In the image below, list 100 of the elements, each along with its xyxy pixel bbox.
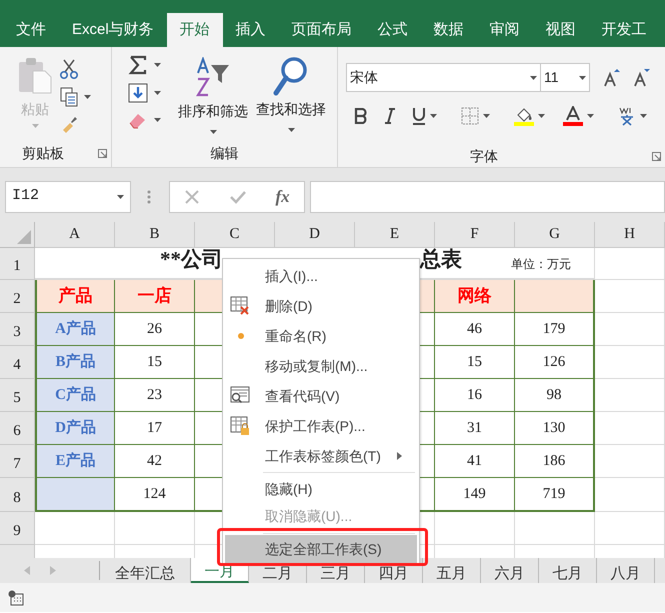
ribbon-tab[interactable]: Excel与财务	[59, 13, 167, 47]
caret-icon[interactable]	[288, 128, 294, 132]
table-cell: 719	[515, 478, 595, 512]
row-header[interactable]: 8	[0, 478, 35, 512]
table-cell: 126	[515, 346, 595, 379]
phonetic-icon[interactable]	[618, 106, 636, 126]
launcher-icon[interactable]	[652, 152, 661, 161]
delete-table-icon	[230, 296, 250, 316]
caret-icon[interactable]	[640, 114, 647, 118]
table-cell	[595, 346, 665, 379]
ribbon-tab[interactable]: 视图	[532, 13, 589, 47]
menu-item[interactable]: 工作表标签颜色(T)	[225, 441, 417, 471]
caret-icon[interactable]	[154, 91, 161, 95]
find-select-label[interactable]: 查找和选择	[256, 99, 326, 120]
menu-item[interactable]: 选定全部工作表(S)	[225, 535, 417, 563]
launcher-icon[interactable]	[98, 149, 107, 158]
name-box[interactable]: I12	[5, 180, 131, 212]
table-cell	[595, 280, 665, 313]
caret-icon[interactable]	[430, 114, 437, 118]
font-name-field[interactable]: 宋体	[346, 63, 541, 92]
row-header[interactable]: 7	[0, 445, 35, 478]
ribbon-tab[interactable]: 页面布局	[278, 13, 365, 47]
row-header[interactable]: 3	[0, 313, 35, 346]
column-header[interactable]: G	[515, 222, 595, 248]
ribbon-tab[interactable]: 插入	[222, 13, 279, 47]
table-cell	[595, 313, 665, 346]
table-cell: A产品	[35, 313, 115, 346]
ribbon-tab[interactable]: 开始	[166, 13, 223, 47]
shrink-font-icon[interactable]	[632, 68, 650, 88]
sort-filter-label[interactable]: 排序和筛选	[178, 101, 248, 122]
table-cell: 17	[115, 412, 195, 445]
scissors-icon[interactable]	[60, 59, 78, 79]
table-cell	[595, 412, 665, 445]
table-cell: 31	[435, 412, 515, 445]
column-header[interactable]: F	[435, 222, 515, 248]
column-header[interactable]: C	[195, 222, 275, 248]
table-cell: 130	[515, 412, 595, 445]
caret-icon[interactable]	[587, 114, 594, 118]
caret-icon[interactable]	[210, 130, 216, 134]
caret-icon[interactable]	[538, 114, 545, 118]
column-header[interactable]: E	[355, 222, 435, 248]
table-cell: 26	[115, 313, 195, 346]
column-header[interactable]: B	[115, 222, 195, 248]
font-size-field[interactable]: 11	[541, 63, 590, 92]
table-cell: 产品	[35, 280, 115, 313]
caret-icon[interactable]	[579, 76, 586, 80]
table-cell: 23	[115, 379, 195, 412]
column-header[interactable]: D	[275, 222, 355, 248]
caret-icon[interactable]	[530, 76, 537, 80]
row-header[interactable]: 1	[0, 248, 35, 280]
grow-font-icon[interactable]	[602, 68, 620, 88]
column-header[interactable]: H	[595, 222, 665, 248]
ribbon-tab[interactable]: 文件	[3, 13, 59, 47]
ribbon-tab[interactable]: 公式	[364, 13, 421, 47]
formula-input[interactable]	[310, 180, 665, 212]
ribbon-tab[interactable]: 开发工	[588, 13, 660, 47]
table-cell: E产品	[35, 445, 115, 478]
row-header[interactable]: 6	[0, 412, 35, 445]
column-header[interactable]: A	[35, 222, 115, 248]
font-color-icon[interactable]	[563, 106, 583, 126]
menu-item[interactable]: 查看代码(V)	[225, 381, 417, 411]
caret-icon[interactable]	[154, 63, 161, 67]
caret-icon[interactable]	[483, 114, 490, 118]
table-cell	[595, 445, 665, 478]
table-cell: 41	[435, 445, 515, 478]
ribbon-tab[interactable]: 数据	[420, 13, 477, 47]
table-cell	[595, 379, 665, 412]
caret-icon[interactable]	[117, 194, 124, 198]
table-cell: C产品	[35, 379, 115, 412]
fill-color-icon[interactable]	[514, 106, 534, 126]
insert-function-button[interactable]: fx	[276, 184, 290, 210]
row-header[interactable]: 9	[0, 512, 35, 545]
clipboard-icon	[17, 57, 53, 95]
caret-icon[interactable]	[154, 118, 161, 122]
table-cell: 15	[115, 346, 195, 379]
menu-item[interactable]: 隐藏(H)	[225, 474, 417, 504]
menu-item[interactable]: 删除(D)	[225, 291, 417, 321]
row-header[interactable]: 5	[0, 379, 35, 412]
row-header[interactable]: 2	[0, 280, 35, 313]
bold-icon[interactable]	[354, 108, 368, 124]
menu-item[interactable]: 重命名(R)	[225, 321, 417, 351]
sort-filter-icon[interactable]	[195, 57, 231, 99]
copy-icon[interactable]	[60, 87, 78, 107]
fill-down-icon[interactable]	[128, 83, 148, 103]
macro-record-icon[interactable]	[8, 590, 24, 606]
eraser-icon[interactable]	[128, 111, 148, 129]
group-label: 剪贴板	[22, 144, 64, 163]
menu-item[interactable]: 插入(I)...	[225, 261, 417, 291]
table-cell: B产品	[35, 346, 115, 379]
caret-icon[interactable]	[84, 95, 91, 99]
sigma-icon[interactable]	[128, 55, 148, 75]
underline-icon[interactable]	[412, 107, 426, 125]
menu-item[interactable]: 移动或复制(M)...	[225, 351, 417, 381]
menu-item[interactable]: 保护工作表(P)...	[225, 411, 417, 441]
table-cell: 98	[515, 379, 595, 412]
row-header[interactable]: 4	[0, 346, 35, 379]
lock-table-icon	[230, 416, 250, 436]
ribbon-tab[interactable]: 审阅	[476, 13, 533, 47]
check-icon[interactable]	[228, 188, 247, 204]
italic-icon[interactable]	[384, 108, 396, 124]
